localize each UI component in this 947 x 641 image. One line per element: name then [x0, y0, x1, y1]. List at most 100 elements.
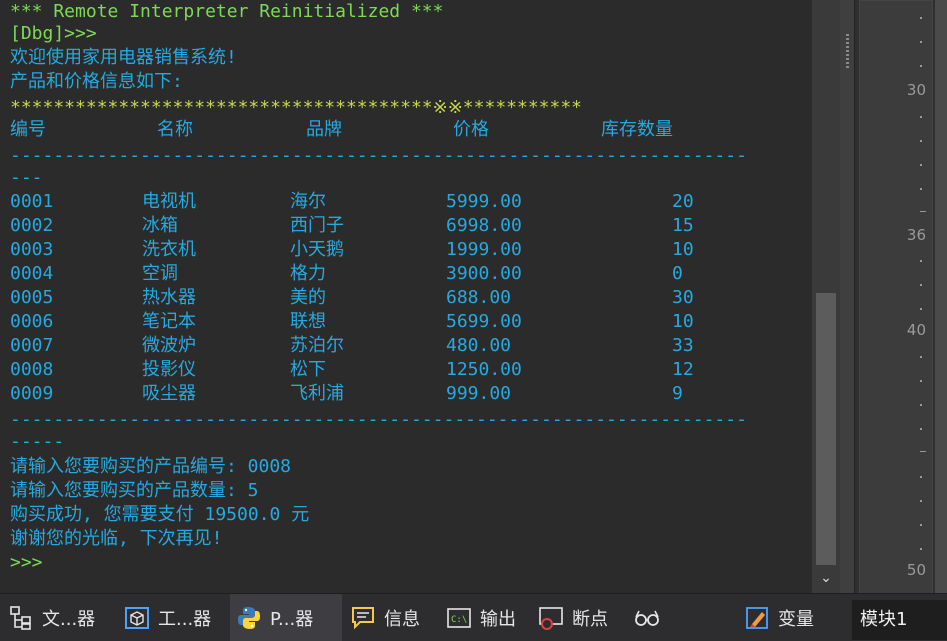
cell-stock: 0: [672, 263, 683, 284]
tab-label: 变量: [778, 608, 814, 630]
variables-pencil-icon: [744, 605, 770, 631]
cell-brand: 松下: [290, 359, 326, 380]
cell-stock: 30: [672, 287, 694, 308]
cell-price: 3900.00: [446, 263, 522, 284]
python-icon: [236, 605, 262, 631]
editor-scroll-strip[interactable]: [935, 0, 947, 593]
cell-brand: 飞利浦: [290, 383, 344, 404]
cell-stock: 15: [672, 215, 694, 236]
pane-splitter[interactable]: [840, 0, 854, 593]
bottom-tab-bar: 文...器 工...器 P...器 信息 C:\ 输出 断点 变量: [0, 593, 947, 641]
cell-price: 480.00: [446, 335, 512, 356]
cell-name: 电视机: [142, 191, 196, 212]
cell-id: 0003: [10, 239, 54, 260]
cell-id: 0002: [10, 215, 54, 236]
cell-brand: 小天鹅: [290, 239, 344, 260]
cell-id: 0009: [10, 383, 54, 404]
tab-project[interactable]: 工...器: [124, 594, 211, 641]
tab-variables[interactable]: 变量: [744, 594, 814, 641]
tab-file-browser[interactable]: 文...器: [8, 594, 95, 641]
table-divider-top-tail: ---: [10, 167, 43, 188]
tab-label: 文...器: [42, 608, 96, 630]
cell-price: 5699.00: [446, 311, 522, 332]
table-row: 0003 洗衣机 小天鹅 1999.00 10: [10, 238, 810, 262]
cell-price: 5999.00: [446, 191, 522, 212]
cell-price: 1999.00: [446, 239, 522, 260]
cell-brand: 联想: [290, 311, 326, 332]
cell-price: 1250.00: [446, 359, 522, 380]
input-product-id: 请输入您要购买的产品编号: 0008: [10, 456, 292, 477]
table-divider-bottom-tail: -----: [10, 431, 65, 452]
line-number-gutter: 30 36 40 50: [859, 0, 933, 595]
input-prompt[interactable]: >>>: [10, 551, 43, 575]
cell-brand: 苏泊尔: [290, 335, 344, 356]
output-console-icon: C:\: [446, 605, 472, 631]
cell-name: 投影仪: [142, 359, 196, 380]
cell-stock: 10: [672, 239, 694, 260]
cell-price: 6998.00: [446, 215, 522, 236]
table-row: 0006 笔记本 联想 5699.00 10: [10, 310, 810, 334]
project-cube-icon: [124, 605, 150, 631]
table-row: 0002 冰箱 西门子 6998.00 15: [10, 214, 810, 238]
file-browser-icon: [8, 605, 34, 631]
breakpoint-icon: [538, 605, 564, 631]
table-row: 0008 投影仪 松下 1250.00 12: [10, 358, 810, 382]
scroll-down-icon[interactable]: ⌄: [812, 566, 840, 590]
welcome-text: 欢迎使用家用电器销售系统!: [10, 47, 237, 68]
cell-brand: 格力: [290, 263, 326, 284]
tab-messages[interactable]: 信息: [350, 594, 420, 641]
table-divider-bottom: ----------------------------------------…: [10, 409, 747, 430]
cell-name: 吸尘器: [142, 383, 196, 404]
tab-label: 工...器: [158, 608, 212, 630]
cell-stock: 10: [672, 311, 694, 332]
tab-label: 断点: [572, 608, 608, 630]
line-number: 30: [906, 81, 926, 99]
col-id-header: 编号: [10, 119, 46, 140]
tab-python-interpreter[interactable]: P...器: [230, 594, 342, 641]
cell-id: 0004: [10, 263, 54, 284]
col-brand-header: 品牌: [306, 119, 342, 140]
col-name-header: 名称: [157, 119, 193, 140]
cell-stock: 20: [672, 191, 694, 212]
cell-name: 冰箱: [142, 215, 178, 236]
line-number: 40: [906, 321, 926, 339]
cell-id: 0007: [10, 335, 54, 356]
interpreter-console[interactable]: *** Remote Interpreter Reinitialized ***…: [0, 0, 812, 593]
scrollbar-thumb[interactable]: [816, 293, 836, 565]
cell-stock: 9: [672, 383, 683, 404]
cell-brand: 美的: [290, 287, 326, 308]
info-text: 产品和价格信息如下:: [10, 71, 183, 92]
table-header: 编号 名称 品牌 价格 库存数量: [10, 118, 810, 142]
input-product-qty: 请输入您要购买的产品数量: 5: [10, 480, 259, 501]
cell-id: 0008: [10, 359, 54, 380]
cell-id: 0005: [10, 287, 54, 308]
table-row: 0007 微波炉 苏泊尔 480.00 33: [10, 334, 810, 358]
thanks-text: 谢谢您的光临, 下次再见!: [10, 528, 223, 549]
reinit-header: *** Remote Interpreter Reinitialized ***: [10, 1, 444, 22]
cell-price: 688.00: [446, 287, 512, 308]
console-scrollbar[interactable]: ⌄: [812, 0, 840, 593]
table-divider-top: ----------------------------------------…: [10, 145, 747, 166]
cell-id: 0001: [10, 191, 54, 212]
cell-name: 笔记本: [142, 311, 196, 332]
tab-output[interactable]: C:\ 输出: [446, 594, 516, 641]
code-editor-pane[interactable]: 30 36 40 50: [854, 0, 947, 595]
tab-breakpoints[interactable]: 断点: [538, 594, 608, 641]
debug-prompt: [Dbg]>>>: [10, 23, 97, 44]
purchase-success: 购买成功, 您需要支付 19500.0 元: [10, 504, 310, 525]
table-row: 0004 空调 格力 3900.00 0: [10, 262, 810, 286]
tab-module1[interactable]: 模块1: [852, 600, 947, 640]
cell-name: 洗衣机: [142, 239, 196, 260]
line-number: 36: [906, 226, 926, 244]
tab-watch[interactable]: [634, 594, 668, 641]
cell-price: 999.00: [446, 383, 512, 404]
table-row: 0005 热水器 美的 688.00 30: [10, 286, 810, 310]
cell-name: 微波炉: [142, 335, 196, 356]
tab-label: 输出: [480, 608, 516, 630]
col-price-header: 价格: [453, 119, 489, 140]
line-number: 50: [906, 561, 926, 579]
cell-id: 0006: [10, 311, 54, 332]
table-row: 0001 电视机 海尔 5999.00 20: [10, 190, 810, 214]
cell-stock: 33: [672, 335, 694, 356]
tab-label: P...器: [270, 608, 314, 630]
